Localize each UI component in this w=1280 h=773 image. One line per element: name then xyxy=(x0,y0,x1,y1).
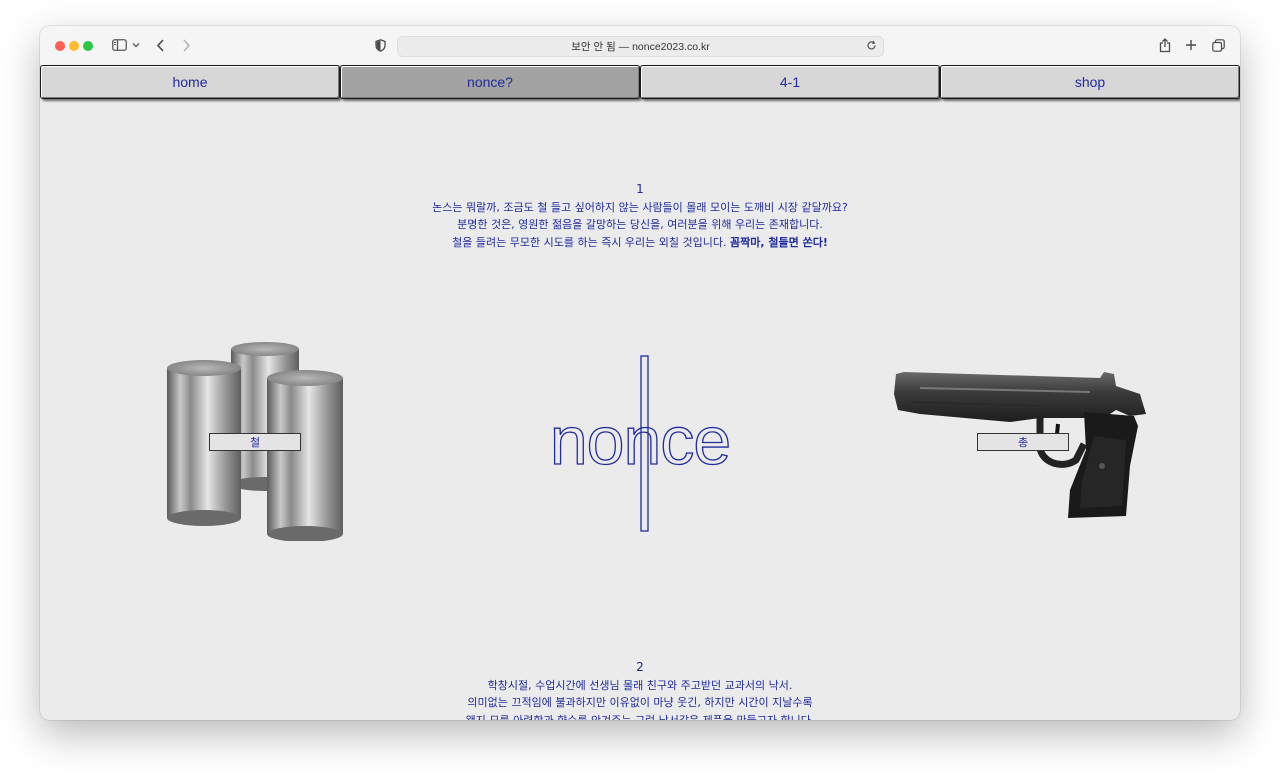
gun-product-button[interactable]: 총 xyxy=(977,433,1069,451)
intro-section-1: 1 논스는 뭐랄까, 조금도 철 들고 싶어하지 않는 사람들이 몰래 모이는 … xyxy=(40,181,1240,251)
section2-line2: 의미없는 끄적임에 불과하지만 이유없이 마냥 웃긴, 하지만 시간이 지날수록 xyxy=(467,696,813,709)
nav-shop-label: shop xyxy=(1074,74,1106,90)
address-text: 보안 안 됨 — nonce2023.co.kr xyxy=(571,41,710,53)
share-icon[interactable] xyxy=(1157,35,1173,55)
section1-line3-a: 철을 들려는 무모한 시도를 하는 즉시 우리는 외칠 것입니다. xyxy=(452,235,731,249)
tab-overview-icon[interactable] xyxy=(1210,35,1226,55)
section2-line1: 학창시절, 수업시간에 선생님 몰래 친구와 주고받던 교과서의 낙서. xyxy=(487,678,793,692)
new-tab-icon[interactable] xyxy=(1183,35,1199,55)
privacy-shield-icon[interactable] xyxy=(372,35,388,55)
reload-icon[interactable] xyxy=(866,40,877,54)
site-nav: home nonce? 4-1 shop xyxy=(40,65,1240,101)
sidebar-toggle-icon[interactable] xyxy=(110,35,128,55)
close-window-button[interactable] xyxy=(55,41,65,51)
forward-arrow-icon[interactable] xyxy=(178,35,194,55)
intro-section-2: 2 학창시절, 수업시간에 선생님 몰래 친구와 주고받던 교과서의 낙서. 의… xyxy=(40,659,1240,720)
steel-product-label: 철 xyxy=(249,436,261,449)
nav-nonce[interactable]: nonce? xyxy=(340,65,640,99)
section1-line1: 논스는 뭐랄까, 조금도 철 들고 싶어하지 않는 사람들이 몰래 모이는 도깨… xyxy=(432,200,848,214)
gun-product-label: 총 xyxy=(1017,436,1029,449)
section-number: 1 xyxy=(636,182,644,196)
section1-line3-b: 꼼짝마, 철들면 쏜다! xyxy=(730,235,828,249)
nav-4-1[interactable]: 4-1 xyxy=(640,65,940,99)
nonce-logo: nonce xyxy=(524,354,756,533)
back-arrow-icon[interactable] xyxy=(152,35,168,55)
address-bar[interactable]: 보안 안 됨 — nonce2023.co.kr xyxy=(397,36,884,57)
chevron-down-icon[interactable] xyxy=(130,35,142,55)
nav-4-1-label: 4-1 xyxy=(779,74,801,90)
page-content: 1 논스는 뭐랄까, 조금도 철 들고 싶어하지 않는 사람들이 몰래 모이는 … xyxy=(40,101,1240,720)
zoom-window-button[interactable] xyxy=(83,41,93,51)
section1-line3: 철을 들려는 무모한 시도를 하는 즉시 우리는 외칠 것입니다. 꼼짝마, 철… xyxy=(40,234,1240,252)
nav-nonce-label: nonce? xyxy=(467,74,513,90)
nav-shop[interactable]: shop xyxy=(940,65,1240,99)
browser-window: 보안 안 됨 — nonce2023.co.kr home nonce? 4-1… xyxy=(40,26,1240,720)
steel-product-button[interactable]: 철 xyxy=(209,433,301,451)
section2-line3: 왠지 모를 아련함과 향수를 안겨주는 그런 낙서같은 제품을 만들고자 합니다… xyxy=(465,713,815,721)
nav-home-label: home xyxy=(172,74,208,90)
logo-text: nonce xyxy=(550,403,730,479)
section1-line2: 분명한 것은, 영원한 젊음을 갈망하는 당신을, 여러분을 위해 우리는 존재… xyxy=(457,218,823,231)
nav-home[interactable]: home xyxy=(40,65,340,99)
minimize-window-button[interactable] xyxy=(69,41,79,51)
section-number: 2 xyxy=(636,660,644,674)
browser-toolbar: 보안 안 됨 — nonce2023.co.kr xyxy=(40,26,1240,66)
